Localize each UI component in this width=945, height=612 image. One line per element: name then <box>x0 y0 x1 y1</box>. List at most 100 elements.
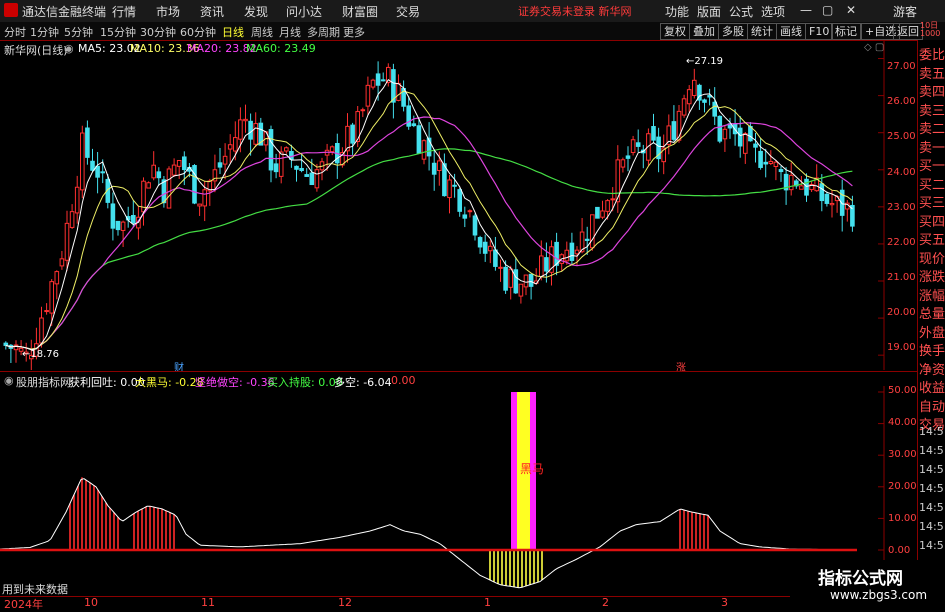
quote-label-3: 卖三 <box>919 103 945 119</box>
candle-body <box>788 174 794 191</box>
candle-body <box>692 79 697 97</box>
btn-huaxian[interactable]: 画线 <box>776 23 806 40</box>
quote-label-9: 买四 <box>919 214 945 230</box>
btn-duogu[interactable]: 多股 <box>718 23 748 40</box>
candle-body <box>513 269 519 294</box>
candle-body <box>227 144 233 150</box>
price-tick-20: 20.00 <box>887 307 916 318</box>
btn-diejia[interactable]: 叠加 <box>689 23 719 40</box>
candle-body <box>442 163 447 197</box>
candle-body <box>743 133 748 154</box>
watermark-title: 指标公式网 <box>818 569 903 589</box>
heima-label: 黑马 <box>520 462 545 476</box>
candle-body <box>217 162 223 168</box>
candle-body <box>804 178 809 196</box>
trade-time-5: 14:5 <box>919 520 944 533</box>
candle-body <box>95 165 100 178</box>
x-label-11: 11 <box>201 596 215 609</box>
btn-fuquan[interactable]: 复权 <box>660 23 690 40</box>
candle-body <box>717 115 723 142</box>
indicator-chart[interactable] <box>0 386 885 596</box>
candle-body <box>3 342 9 346</box>
candle-body <box>273 163 279 173</box>
candle-body <box>544 257 549 272</box>
candle-body <box>350 124 355 144</box>
quote-label-15: 外盘 <box>919 325 945 341</box>
candle-body <box>671 121 677 140</box>
period-more[interactable]: 更多 <box>343 24 365 40</box>
candle-body <box>85 127 90 158</box>
quote-label-19[interactable]: 自动 <box>919 396 945 415</box>
quote-label-1: 卖五 <box>919 66 945 82</box>
candle-body <box>600 210 605 218</box>
candle-body <box>498 266 503 269</box>
maximize-button[interactable]: ▢ <box>822 3 833 17</box>
period-60min[interactable]: 60分钟 <box>180 24 216 40</box>
candle-body <box>64 222 70 261</box>
mini-indicator: 10日 1000 <box>920 21 941 38</box>
candle-body <box>431 162 437 175</box>
candle-body <box>370 79 376 88</box>
period-monthly[interactable]: 月线 <box>279 24 301 40</box>
period-15min[interactable]: 15分钟 <box>100 24 136 40</box>
btn-biaoji[interactable]: 标记 <box>831 23 861 40</box>
candlestick-chart[interactable] <box>0 40 885 370</box>
candle-body <box>528 273 534 287</box>
candle-body <box>824 193 830 204</box>
period-1min[interactable]: 1分钟 <box>30 24 59 40</box>
period-fenshi[interactable]: 分时 <box>4 24 26 40</box>
menu-wenxiaoda[interactable]: 问小达 <box>286 3 322 20</box>
x-axis <box>0 596 917 610</box>
period-multi[interactable]: 多周期 <box>307 24 340 40</box>
candle-body <box>74 186 80 214</box>
period-30min[interactable]: 30分钟 <box>140 24 176 40</box>
candle-body <box>829 202 835 206</box>
candle-body <box>115 220 121 231</box>
candle-body <box>161 179 167 204</box>
candle-body <box>49 281 55 314</box>
x-label-2: 2 <box>602 596 609 609</box>
candle-body <box>488 245 493 252</box>
menu-caifuquan[interactable]: 财富圈 <box>342 3 378 20</box>
btn-tongji[interactable]: 统计 <box>747 23 777 40</box>
x-label-3: 3 <box>721 596 728 609</box>
candle-body <box>13 344 19 351</box>
trade-time-2: 14:5 <box>919 463 944 476</box>
price-tick-22: 22.00 <box>887 237 916 248</box>
candle-body <box>472 215 478 236</box>
candle-body <box>243 118 248 122</box>
minimize-button[interactable]: — <box>800 3 812 17</box>
quote-label-6: 买一 <box>919 159 945 174</box>
candle-body <box>564 249 570 262</box>
btn-f10[interactable]: F10 <box>805 23 834 40</box>
candle-body <box>539 255 544 278</box>
period-daily[interactable]: 日线 <box>222 24 244 40</box>
quote-label-4: 卖二 <box>919 122 945 137</box>
menu-jiaoyi[interactable]: 交易 <box>396 3 420 20</box>
close-button[interactable]: ✕ <box>846 3 856 17</box>
quote-label-13: 涨幅 <box>919 288 945 304</box>
price-grid <box>878 58 884 356</box>
menu-banmian[interactable]: 版面 <box>697 3 721 20</box>
period-weekly[interactable]: 周线 <box>251 24 273 40</box>
candle-body <box>248 120 253 140</box>
btn-fanhui[interactable]: 返回 <box>893 23 923 40</box>
candle-body <box>197 203 202 207</box>
menu-zixun[interactable]: 资讯 <box>200 3 224 20</box>
candle-body <box>54 271 60 285</box>
low-price-value: 18.76 <box>30 349 60 360</box>
period-5min[interactable]: 5分钟 <box>64 24 93 40</box>
menu-xuanxiang[interactable]: 选项 <box>761 3 785 20</box>
guest-label[interactable]: 游客 <box>893 3 917 20</box>
menu-faxian[interactable]: 发现 <box>244 3 268 20</box>
trade-time-4: 14:5 <box>919 501 944 514</box>
menu-gongneng[interactable]: 功能 <box>665 3 689 20</box>
candle-body <box>90 160 95 171</box>
menu-gongshi[interactable]: 公式 <box>729 3 753 20</box>
candle-body <box>380 79 386 82</box>
candle-body <box>396 82 401 101</box>
menu-shichang[interactable]: 市场 <box>156 3 180 20</box>
menu-hangqing[interactable]: 行情 <box>112 3 136 20</box>
candle-body <box>467 210 473 213</box>
candle-body <box>477 237 483 248</box>
